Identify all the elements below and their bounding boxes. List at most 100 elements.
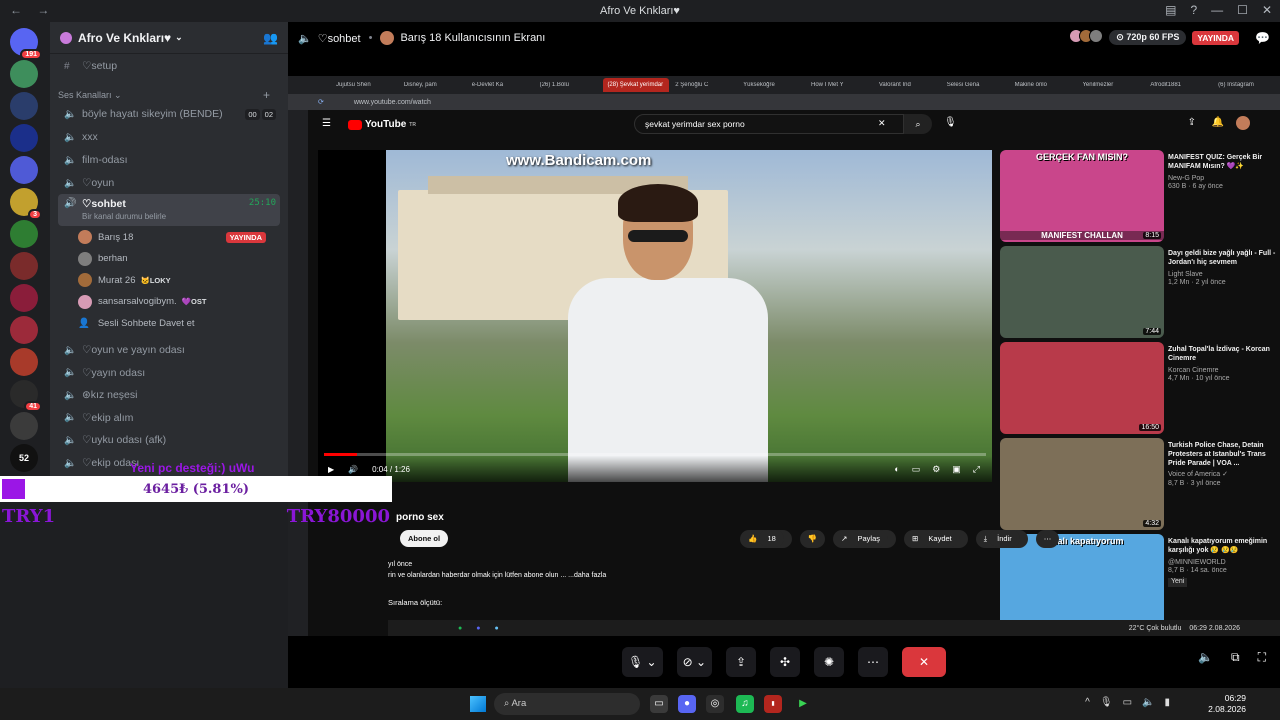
captions-icon[interactable]: ▭ bbox=[912, 464, 921, 475]
play-icon[interactable]: ▶ bbox=[328, 465, 334, 474]
voice-channel[interactable]: 🔈 film-odası bbox=[58, 150, 280, 170]
mic-icon[interactable]: 🎙 bbox=[1100, 697, 1113, 708]
fullscreen-icon[interactable]: ⛶ bbox=[1258, 650, 1266, 665]
add-member-icon[interactable]: 👥 bbox=[263, 31, 278, 45]
server-icon[interactable]: 52 bbox=[10, 444, 38, 472]
server-icon[interactable] bbox=[10, 220, 38, 248]
spotify-icon[interactable]: ♫ bbox=[736, 695, 754, 713]
video-player[interactable]: www.Bandicam.com ▶ 🔊 0:04 / 1:26 ◐ ▭ ⚙ ▣… bbox=[318, 150, 992, 482]
add-channel-icon[interactable]: + bbox=[263, 88, 270, 102]
more-icon[interactable]: ⋯ bbox=[1035, 530, 1060, 548]
menu-icon[interactable]: ☰ bbox=[322, 118, 331, 129]
volume-icon[interactable]: 🔈 bbox=[1198, 650, 1213, 665]
browser-tab[interactable]: Jujutsu Shen bbox=[332, 82, 398, 88]
inbox-icon[interactable]: ▤ bbox=[1165, 3, 1176, 17]
dislike-button[interactable]: 👎 bbox=[799, 530, 826, 548]
account-avatar[interactable] bbox=[1236, 116, 1250, 130]
recommendation-caption[interactable]: MANIFEST QUIZ: Gerçek Bir MANIFAM Mısın?… bbox=[1168, 154, 1278, 192]
recommendation-thumbnail[interactable]: 16:50 bbox=[1000, 342, 1164, 434]
reload-icon[interactable]: ⟳ bbox=[318, 98, 324, 106]
category-voice[interactable]: Ses Kanalları ⌄ + bbox=[58, 88, 270, 102]
server-icon[interactable]: 41 bbox=[10, 380, 42, 412]
server-icon[interactable] bbox=[10, 156, 38, 184]
browser-tab[interactable]: 2 Şenoğlu C bbox=[671, 82, 737, 88]
recommendation-caption[interactable]: Kanalı kapatıyorum emeğimin karşılığı yo… bbox=[1168, 538, 1278, 587]
sort-label[interactable]: Sıralama ölçütü: bbox=[388, 598, 442, 607]
more-options-button[interactable]: ⋯ bbox=[858, 647, 889, 677]
voice-member[interactable]: berhan bbox=[78, 250, 278, 268]
voice-channel[interactable]: 🔈 ♡uyku odası (afk) bbox=[58, 430, 280, 450]
volume-icon[interactable]: 🔈 bbox=[1142, 697, 1154, 708]
recommendation-thumbnail[interactable]: 7:44 bbox=[1000, 246, 1164, 338]
server-icon[interactable]: 3 bbox=[10, 188, 42, 220]
voice-channel[interactable]: 🔈 ♡oyun bbox=[58, 173, 280, 193]
server-icon[interactable] bbox=[10, 124, 38, 152]
monitor-icon[interactable]: ▭ bbox=[1123, 697, 1132, 708]
video-description[interactable]: yıl önce rin ve olanlardan haberdar olma… bbox=[388, 560, 988, 581]
voice-channel[interactable]: 🔈 ⊛kız neşesi bbox=[58, 385, 280, 405]
maximize-icon[interactable]: ☐ bbox=[1237, 3, 1248, 17]
recommendation-caption[interactable]: Zuhal Topal'la İzdivaç - Korcan Cinemre K… bbox=[1168, 346, 1278, 384]
browser-tab[interactable]: Makine önlo bbox=[1011, 82, 1077, 88]
popout-icon[interactable]: ⧉ bbox=[1231, 650, 1240, 665]
channel-setup[interactable]: # ♡setup bbox=[58, 56, 280, 76]
server-icon[interactable] bbox=[10, 252, 38, 280]
subscribe-button[interactable]: Abone ol bbox=[400, 530, 449, 547]
chevron-up-icon[interactable]: ^ bbox=[1085, 697, 1090, 708]
mute-button[interactable]: 🎙 ⌄ bbox=[621, 647, 663, 677]
close-icon[interactable]: ✕ bbox=[1262, 3, 1272, 17]
url-bar[interactable]: ⟳ www.youtube.com/watch bbox=[288, 94, 1280, 110]
channel-status[interactable]: Bir kanal durumu belirle bbox=[82, 212, 166, 221]
camera-button[interactable]: ⊘ ⌄ bbox=[676, 647, 713, 677]
app-icon[interactable]: ▮ bbox=[764, 695, 782, 713]
channel-sohbet[interactable]: 🔊 ♡sohbet Bir kanal durumu belirle 25:10 bbox=[58, 194, 280, 226]
browser-tab[interactable]: (26) 1.Bölü bbox=[536, 82, 602, 88]
server-icon[interactable] bbox=[10, 316, 38, 344]
app-icon-green[interactable]: ▶ bbox=[794, 695, 812, 713]
volume-icon[interactable]: 🔊 bbox=[348, 465, 358, 474]
minimize-icon[interactable]: — bbox=[1211, 3, 1223, 17]
voice-channel[interactable]: 🔈 ♡oyun ve yayın odası bbox=[58, 340, 280, 360]
recommendation-caption[interactable]: Dayı geldi bize yağlı yağlı - Full - Jor… bbox=[1168, 250, 1278, 288]
share-screen-button[interactable]: ⇪ bbox=[726, 647, 757, 677]
browser-tab[interactable]: Yenilmezler bbox=[1078, 82, 1144, 88]
browser-tab[interactable]: Valorant İnd bbox=[875, 82, 941, 88]
download-button[interactable]: ⤓ İndir bbox=[975, 530, 1028, 548]
browser-tab[interactable]: (28) Şevkat yerimdar bbox=[603, 78, 670, 92]
voice-member[interactable]: Barış 18 YAYINDA bbox=[78, 228, 278, 246]
browser-tab[interactable]: Yükseköğre bbox=[739, 82, 805, 88]
voice-channel[interactable]: 🔈 xxx bbox=[58, 127, 280, 147]
youtube-logo[interactable]: YouTube TR bbox=[348, 119, 416, 130]
server-icon[interactable] bbox=[10, 284, 38, 312]
autoplay-toggle[interactable]: ◐ bbox=[894, 464, 899, 475]
chat-bubble-icon[interactable]: 💬 bbox=[1255, 31, 1270, 45]
server-icon[interactable] bbox=[10, 92, 38, 120]
windows-start-icon[interactable] bbox=[470, 696, 486, 712]
recommendation-thumbnail[interactable]: GERÇEK FAN MISIN? MANIFEST CHALLAN 8:15 bbox=[1000, 150, 1164, 242]
server-icon[interactable] bbox=[10, 412, 38, 440]
browser-tab[interactable]: (6) Instagram bbox=[1214, 82, 1280, 88]
obs-icon[interactable]: ◎ bbox=[706, 695, 724, 713]
help-icon[interactable]: ? bbox=[1190, 3, 1197, 17]
viewer-avatars[interactable] bbox=[1069, 29, 1104, 46]
battery-icon[interactable]: ▮ bbox=[1164, 697, 1170, 708]
browser-tab[interactable]: Afrodit1881 bbox=[1146, 82, 1212, 88]
activities-button[interactable]: ✣ bbox=[770, 647, 801, 677]
upload-icon[interactable]: ⇪ bbox=[1188, 117, 1196, 128]
browser-tab[interactable]: How I Met Y bbox=[807, 82, 873, 88]
server-icon[interactable] bbox=[10, 348, 38, 376]
voice-channel[interactable]: 🔈 böyle hayatı sikeyim (BENDE) 00 02 bbox=[58, 104, 280, 124]
miniplayer-icon[interactable]: ▣ bbox=[952, 464, 961, 475]
server-icon[interactable] bbox=[10, 60, 38, 88]
bell-icon[interactable]: 🔔 bbox=[1212, 117, 1224, 128]
voice-channel[interactable]: 🔈 ♡ekip alım bbox=[58, 408, 280, 428]
disconnect-button[interactable]: ✕ bbox=[902, 647, 947, 677]
search-icon[interactable]: ⌕ bbox=[904, 114, 932, 134]
taskbar-clock[interactable]: 06:29 2.08.2026 bbox=[1208, 693, 1246, 716]
browser-tab[interactable]: e-Devlet Ka bbox=[468, 82, 534, 88]
browser-tab[interactable]: Disney, pam bbox=[400, 82, 466, 88]
task-view-icon[interactable]: ▭ bbox=[650, 695, 668, 713]
mic-icon[interactable]: 🎙 bbox=[944, 117, 957, 128]
recommendation-thumbnail[interactable]: 4:32 bbox=[1000, 438, 1164, 530]
recommendation-caption[interactable]: Turkish Police Chase, Detain Protesters … bbox=[1168, 442, 1278, 489]
